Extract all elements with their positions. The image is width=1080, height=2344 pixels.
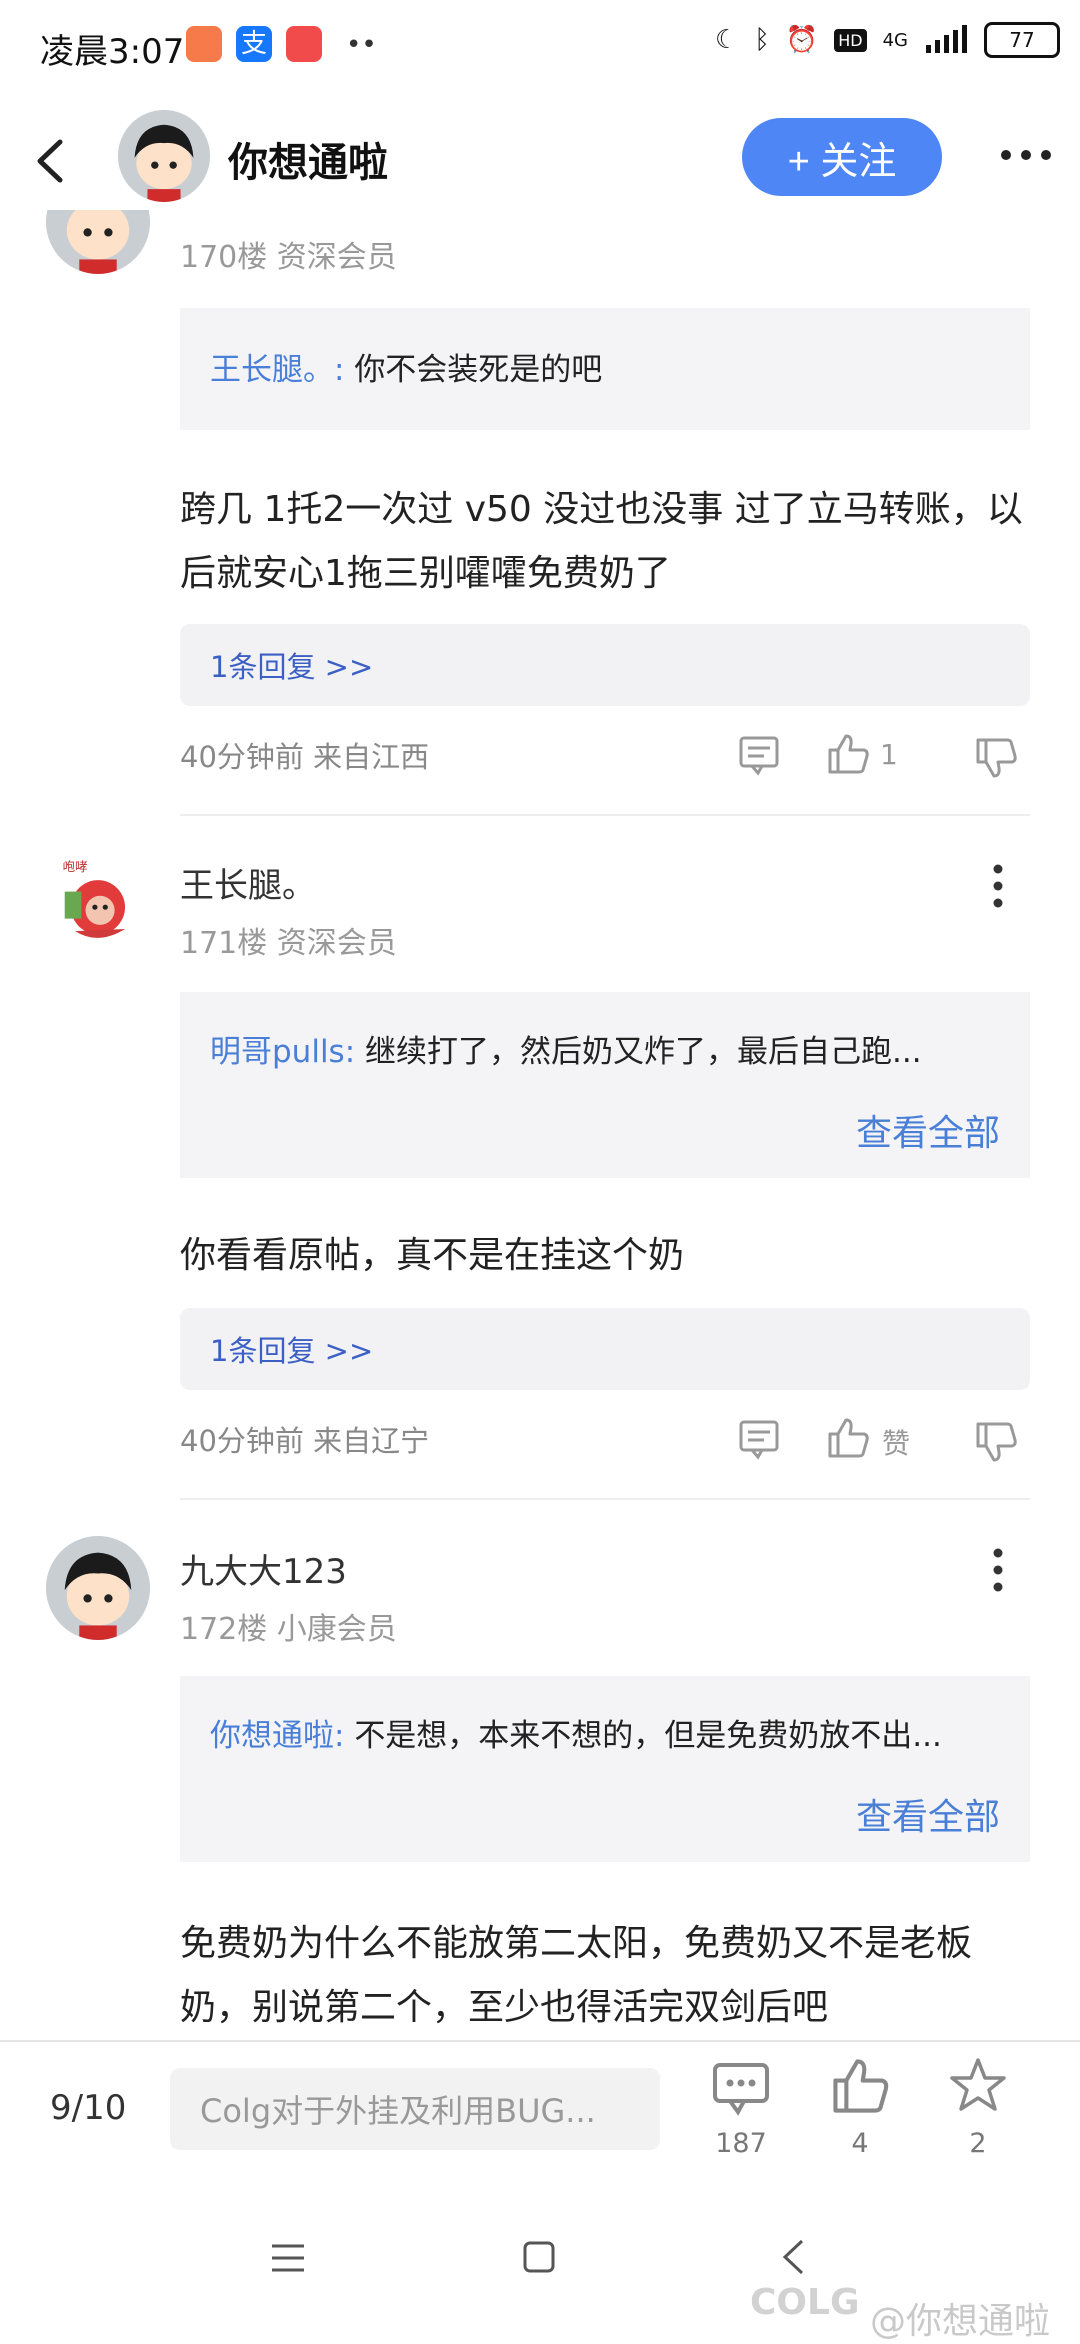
quote-author[interactable]: 王长腿。: <box>210 352 344 388</box>
quote-text: 明哥pulls: 继续打了，然后奶又炸了，最后自己跑... <box>210 1026 1000 1071</box>
comment-more-icon[interactable] <box>992 864 1004 908</box>
battery-icon: 77 <box>984 22 1060 58</box>
quote-body: 你不会装死是的吧 <box>354 352 603 388</box>
commenter-avatar[interactable] <box>46 1536 150 1640</box>
floor-label: 172楼 小康会员 <box>180 1612 397 1647</box>
time-location: 40分钟前 来自辽宁 <box>180 1424 430 1458</box>
thumbs-up-icon[interactable] <box>826 732 870 776</box>
view-all-link[interactable]: 查看全部 <box>856 1104 1000 1156</box>
comment-icon[interactable] <box>738 734 780 776</box>
time-location: 40分钟前 来自江西 <box>180 740 430 774</box>
status-right: ☾ ᛒ ⏰ HD 4G 77 <box>715 22 1060 58</box>
follow-button[interactable]: + 关注 <box>742 118 942 196</box>
quote-text: 王长腿。: 你不会装死是的吧 <box>210 344 1000 389</box>
battery-level: 77 <box>1009 28 1035 52</box>
bluetooth-icon: ᛒ <box>754 25 770 55</box>
home-nav-icon[interactable] <box>522 2240 556 2274</box>
comment-text: 跨几 1托2一次过 v50 没过也没事 过了立马转账，以后就安心1拖三别嚯嚯免费… <box>180 489 1023 594</box>
top-header: 你想通啦 + 关注 <box>0 110 1080 210</box>
notification-app-icon <box>186 26 222 62</box>
more-options-icon[interactable] <box>1000 148 1052 162</box>
star-count: 2 <box>969 2128 987 2159</box>
status-time: 凌晨3:07 <box>40 32 185 72</box>
like-count: 1 <box>880 738 898 771</box>
commenter-avatar[interactable]: 咆哮 <box>46 850 150 954</box>
comments-icon[interactable] <box>712 2062 770 2116</box>
view-all-link[interactable]: 查看全部 <box>856 1788 1000 1840</box>
back-arrow-icon[interactable] <box>30 136 70 186</box>
quote-body: 继续打了，然后奶又炸了，最后自己跑... <box>365 1034 922 1070</box>
watermark-logo: COLG <box>750 2282 860 2323</box>
status-bar: 凌晨3:07 支 •• ☾ ᛒ ⏰ HD 4G 77 <box>0 0 1080 90</box>
quote-body: 不是想，本来不想的，但是免费奶放不出... <box>354 1718 942 1754</box>
quoted-reply[interactable]: 明哥pulls: 继续打了，然后奶又炸了，最后自己跑... 查看全部 <box>180 992 1030 1178</box>
back-nav-icon[interactable] <box>780 2238 806 2276</box>
view-replies-button[interactable]: 1条回复 >> <box>180 1308 1030 1390</box>
commenter-name[interactable]: 王长腿。 <box>180 858 316 907</box>
hd-badge: HD <box>834 28 867 52</box>
view-replies-button[interactable]: 1条回复 >> <box>180 624 1030 706</box>
comment-count: 187 <box>715 2128 767 2159</box>
author-avatar[interactable] <box>118 110 210 202</box>
quote-author[interactable]: 明哥pulls: <box>210 1034 355 1070</box>
quoted-reply[interactable]: 王长腿。: 你不会装死是的吧 <box>180 308 1030 430</box>
thumbs-down-icon[interactable] <box>974 1420 1018 1464</box>
quote-text: 你想通啦: 不是想，本来不想的，但是免费奶放不出... <box>210 1710 1000 1755</box>
comment-input[interactable]: Colg对于外挂及利用BUG... <box>170 2068 660 2150</box>
svg-text:咆哮: 咆哮 <box>63 859 88 874</box>
commenter-name[interactable]: 九大大123 <box>180 1544 347 1593</box>
like-count: 4 <box>851 2128 869 2159</box>
thumbs-up-icon[interactable] <box>826 1416 870 1460</box>
author-name[interactable]: 你想通啦 <box>228 130 388 188</box>
floor-label: 170楼 资深会员 <box>180 240 397 275</box>
comment-icon[interactable] <box>738 1418 780 1460</box>
menu-nav-icon[interactable] <box>270 2242 306 2274</box>
moon-icon: ☾ <box>714 25 739 55</box>
star-icon[interactable] <box>948 2056 1008 2116</box>
alarm-icon: ⏰ <box>785 25 819 55</box>
thumbs-up-icon[interactable] <box>830 2056 890 2116</box>
comment-more-icon[interactable] <box>992 1548 1004 1592</box>
like-label[interactable]: 赞 <box>882 1422 910 1462</box>
thumbs-down-icon[interactable] <box>974 736 1018 780</box>
comment-text: 免费奶为什么不能放第二太阳，免费奶又不是老板奶，别说第二个，至少也得活完双剑后吧 <box>180 1923 973 2028</box>
more-notifications-icon: •• <box>346 30 377 60</box>
comment-text: 你看看原帖，真不是在挂这个奶 <box>180 1235 685 1276</box>
watermark: @你想通啦 <box>869 2301 1050 2342</box>
signal-icon <box>926 25 967 53</box>
pig-app-icon <box>286 26 322 62</box>
comment-divider <box>180 814 1030 816</box>
quote-author[interactable]: 你想通啦: <box>210 1718 344 1754</box>
comment-divider <box>180 1498 1030 1500</box>
page-indicator[interactable]: 9/10 <box>50 2088 126 2128</box>
quoted-reply[interactable]: 你想通啦: 不是想，本来不想的，但是免费奶放不出... 查看全部 <box>180 1676 1030 1862</box>
alipay-icon: 支 <box>236 26 272 62</box>
network-label: 4G <box>882 29 908 51</box>
floor-label: 171楼 资深会员 <box>180 926 397 961</box>
